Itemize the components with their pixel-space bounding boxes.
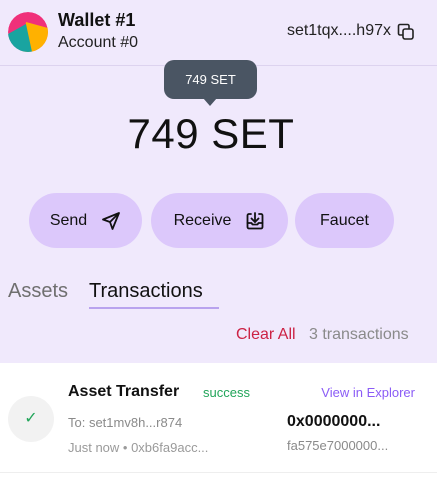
receive-button[interactable]: Receive [151, 193, 288, 248]
wallet-address: set1tqx....h97x [286, 22, 391, 39]
transaction-hash: fa575e7000000... [287, 438, 389, 453]
receive-label: Receive [173, 211, 232, 229]
balance-tooltip: 749 SET [164, 60, 257, 99]
transaction-count: 3 transactions [309, 326, 409, 343]
checkmark-icon: ✓ [8, 396, 54, 442]
transaction-title: Asset Transfer [68, 383, 180, 400]
faucet-button[interactable]: Faucet [295, 193, 394, 248]
wallet-avatar[interactable] [8, 12, 48, 52]
wallet-header: Wallet #1 Account #0 set1tqx....h97x [0, 0, 437, 66]
view-in-explorer-link[interactable]: View in Explorer [321, 385, 415, 400]
transaction-amount: 0x0000000... [287, 413, 381, 430]
transaction-row[interactable]: ✓ Asset Transfer success View in Explore… [0, 363, 437, 473]
download-tray-icon [247, 211, 264, 229]
send-button[interactable]: Send [29, 193, 142, 248]
tab-assets[interactable]: Assets [8, 280, 68, 303]
clear-all-button[interactable]: Clear All [236, 326, 296, 344]
copy-icon[interactable] [397, 23, 415, 41]
wallet-name[interactable]: Wallet #1 [58, 10, 135, 31]
account-name[interactable]: Account #0 [58, 34, 138, 52]
send-icon [102, 211, 121, 230]
faucet-label: Faucet [320, 211, 369, 229]
active-tab-indicator [89, 307, 219, 309]
transaction-recipient: To: set1mv8h...r874 [68, 415, 183, 430]
tab-transactions[interactable]: Transactions [89, 280, 203, 303]
transaction-meta: Just now • 0xb6fa9acc... [68, 440, 209, 455]
transaction-status: success [203, 385, 250, 400]
tooltip-arrow [203, 98, 217, 106]
send-label: Send [49, 211, 88, 229]
balance-amount: 749 SET [127, 110, 295, 157]
